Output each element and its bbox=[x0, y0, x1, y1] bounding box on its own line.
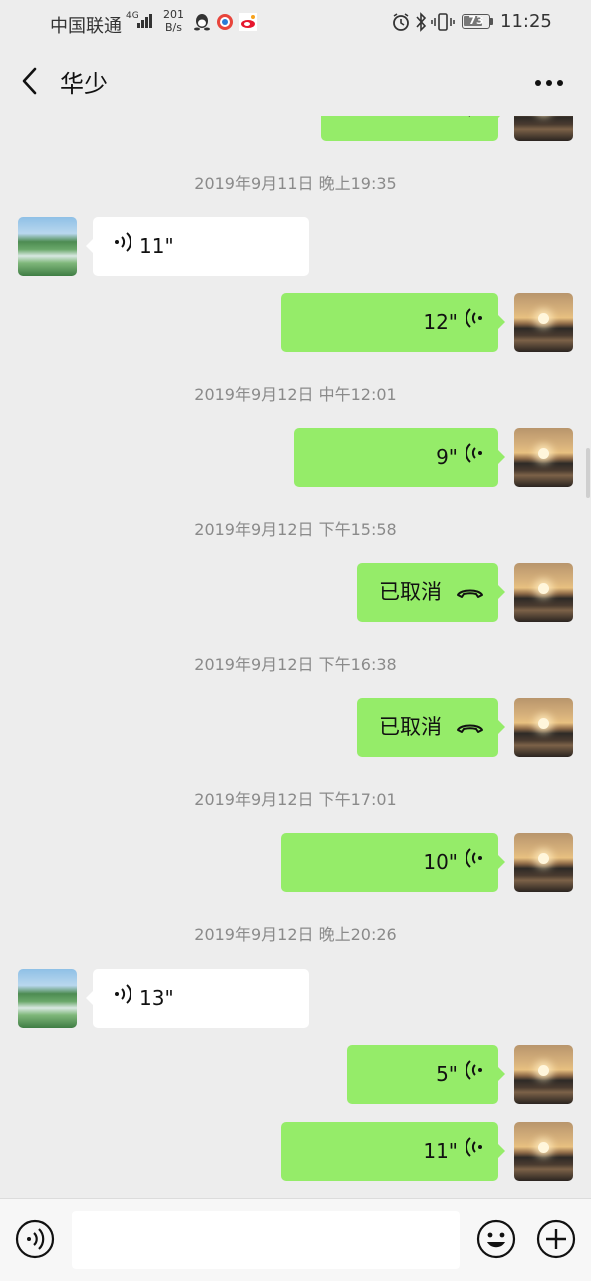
plus-icon bbox=[536, 1219, 576, 1263]
voice-toggle-button[interactable] bbox=[15, 1219, 55, 1259]
battery-level: 73 bbox=[468, 14, 484, 27]
voice-duration: 13" bbox=[139, 986, 174, 1010]
voice-duration: 11" bbox=[423, 1139, 458, 1163]
phone-hangup-icon bbox=[456, 563, 484, 622]
my-avatar[interactable] bbox=[514, 1122, 573, 1181]
message-timestamp: 2019年9月12日 下午17:01 bbox=[194, 790, 397, 809]
contact-avatar[interactable] bbox=[18, 217, 77, 276]
title-bar: 华少 bbox=[0, 44, 591, 116]
call-status-text: 已取消 bbox=[379, 580, 442, 604]
voice-toggle-icon bbox=[15, 1219, 55, 1263]
input-bar bbox=[0, 1198, 591, 1281]
message-timestamp: 2019年9月12日 下午15:58 bbox=[194, 520, 397, 539]
voice-message[interactable]: 13" bbox=[86, 969, 309, 1028]
voice-play-icon bbox=[113, 217, 133, 276]
message-input[interactable] bbox=[72, 1211, 460, 1269]
my-avatar[interactable] bbox=[514, 293, 573, 352]
status-bar: 中国联通 4G 201 B/s 73 11:25 bbox=[0, 0, 591, 44]
voice-duration: 5" bbox=[436, 1062, 458, 1086]
voice-play-icon bbox=[464, 428, 484, 487]
my-avatar[interactable] bbox=[514, 1045, 573, 1104]
message-timestamp: 2019年9月12日 晚上20:26 bbox=[194, 925, 397, 944]
voice-message[interactable]: 9" bbox=[294, 428, 505, 487]
message-timestamp: 2019年9月11日 晚上19:35 bbox=[194, 174, 397, 193]
emoji-button[interactable] bbox=[476, 1219, 516, 1259]
back-icon[interactable] bbox=[18, 66, 44, 96]
voice-duration: 11" bbox=[139, 234, 174, 258]
voice-duration: 12" bbox=[423, 310, 458, 334]
call-cancelled-message[interactable]: 已取消 bbox=[357, 563, 505, 622]
voice-message[interactable]: 11" bbox=[281, 1122, 505, 1181]
battery-icon: 73 bbox=[462, 14, 490, 29]
network-speed-value: 201 bbox=[163, 8, 184, 21]
voice-message[interactable]: 12" bbox=[281, 293, 505, 352]
more-functions-button[interactable] bbox=[536, 1219, 576, 1259]
my-avatar[interactable] bbox=[514, 428, 573, 487]
camera-app-icon bbox=[216, 13, 234, 31]
carrier-name: 中国联通 bbox=[50, 16, 122, 37]
chat-title: 华少 bbox=[60, 70, 108, 98]
alarm-icon bbox=[391, 12, 411, 36]
clock: 11:25 bbox=[500, 11, 552, 32]
network-speed: 201 B/s bbox=[163, 8, 184, 34]
voice-duration: 10" bbox=[423, 850, 458, 874]
call-cancelled-message[interactable]: 已取消 bbox=[357, 698, 505, 757]
emoji-icon bbox=[476, 1219, 516, 1263]
call-status-text: 已取消 bbox=[379, 715, 442, 739]
voice-message[interactable]: 10" bbox=[281, 833, 505, 892]
weibo-icon bbox=[239, 13, 257, 31]
bluetooth-icon bbox=[414, 12, 428, 36]
my-avatar[interactable] bbox=[514, 563, 573, 622]
voice-duration: 9" bbox=[436, 445, 458, 469]
more-options-icon[interactable] bbox=[533, 74, 565, 86]
voice-play-icon bbox=[113, 969, 133, 1028]
voice-play-icon bbox=[464, 1122, 484, 1181]
voice-play-icon bbox=[464, 293, 484, 352]
voice-message[interactable]: 11" bbox=[86, 217, 309, 276]
qq-icon bbox=[193, 13, 211, 31]
network-speed-unit: B/s bbox=[165, 21, 182, 34]
voice-message[interactable]: 5" bbox=[347, 1045, 505, 1104]
voice-play-icon bbox=[464, 833, 484, 892]
chat-messages[interactable]: 2019年9月11日 晚上19:35 11" 12" 2019年9月12日 中午… bbox=[0, 116, 591, 1196]
message-timestamp: 2019年9月12日 下午16:38 bbox=[194, 655, 397, 674]
signal-icon bbox=[137, 12, 155, 28]
scroll-indicator bbox=[586, 448, 590, 498]
contact-avatar[interactable] bbox=[18, 969, 77, 1028]
my-avatar[interactable] bbox=[514, 698, 573, 757]
my-avatar[interactable] bbox=[514, 833, 573, 892]
vibrate-icon bbox=[431, 12, 455, 36]
message-timestamp: 2019年9月12日 中午12:01 bbox=[194, 385, 397, 404]
voice-message-partial[interactable] bbox=[321, 116, 505, 141]
voice-play-icon bbox=[464, 1045, 484, 1104]
voice-play-icon bbox=[466, 116, 484, 141]
phone-hangup-icon bbox=[456, 698, 484, 757]
my-avatar[interactable] bbox=[514, 116, 573, 141]
